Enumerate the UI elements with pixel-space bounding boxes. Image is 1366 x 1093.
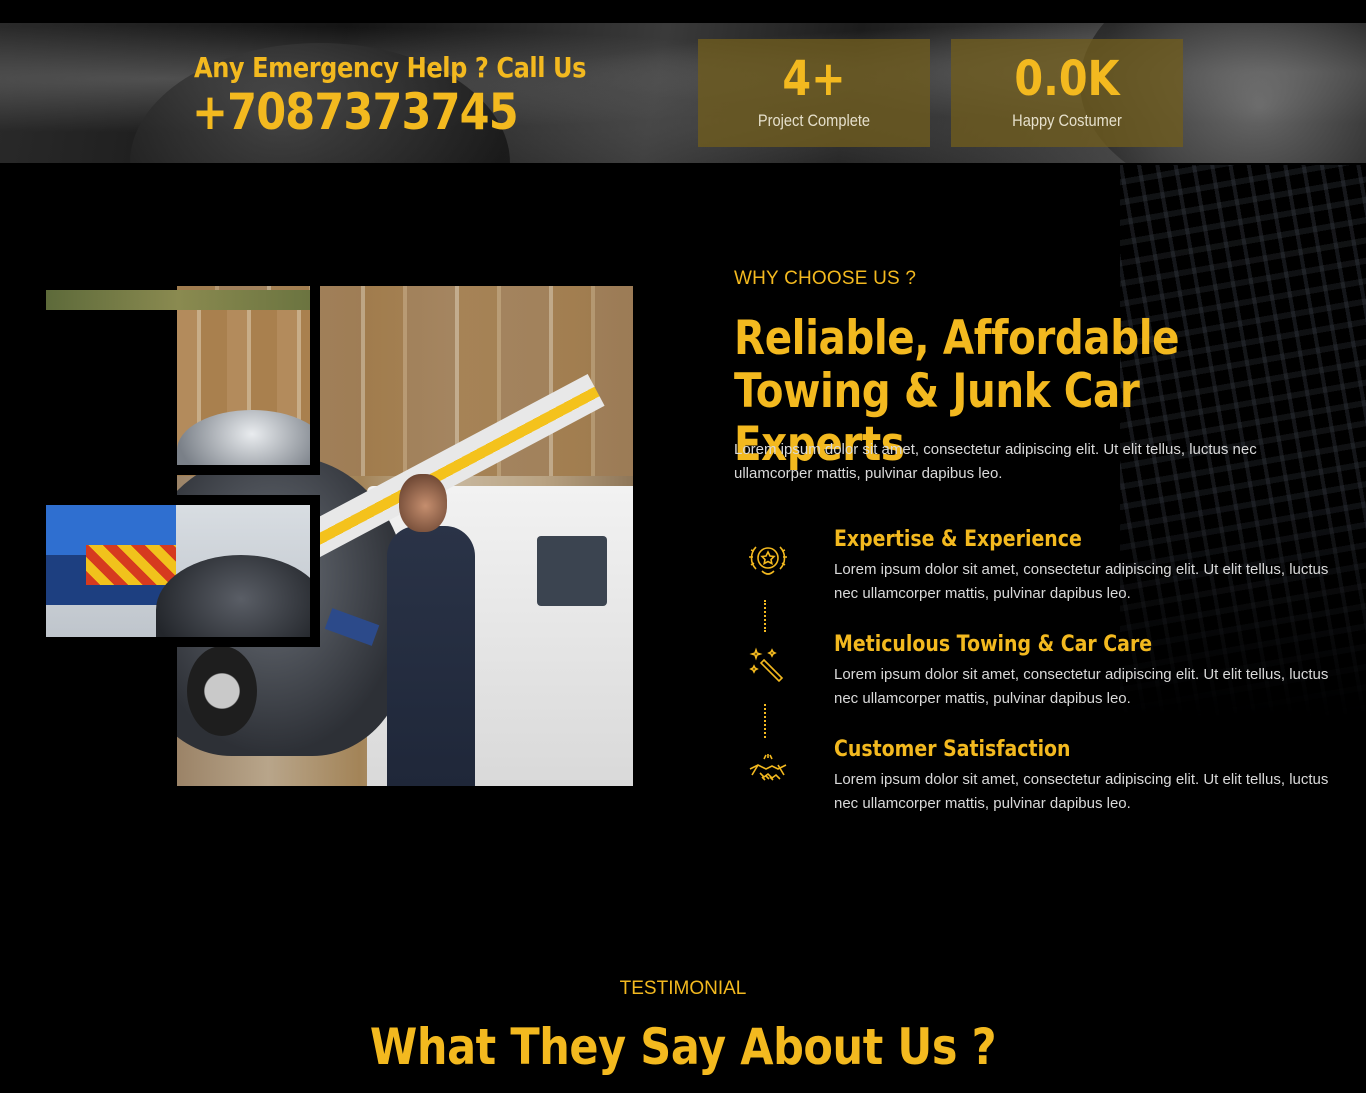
emergency-banner: Any Emergency Help ? Call Us +7087373745… [0, 23, 1366, 163]
testimonial-title: What They Say About Us ? [369, 1018, 997, 1076]
man-head [399, 474, 447, 532]
feature-title: Customer Satisfaction [834, 737, 1071, 762]
stat-box-customers: 0.0K Happy Costumer [951, 39, 1183, 147]
connector-dots [764, 704, 766, 738]
section-description: Lorem ipsum dolor sit amet, consectetur … [734, 441, 1257, 482]
feature-description: Lorem ipsum dolor sit amet, consectetur … [834, 561, 1329, 602]
collage-divider [177, 637, 320, 647]
collage-divider [310, 495, 320, 647]
stat-value: 0.0K [1014, 51, 1120, 107]
award-badge-icon [749, 546, 787, 575]
collage-divider [310, 286, 320, 474]
magic-wand-icon [749, 647, 784, 683]
stat-value: 4+ [782, 51, 846, 107]
man-in-suit [387, 526, 475, 786]
collage-divider [177, 495, 320, 505]
truck-window [537, 536, 607, 606]
handshake-icon [749, 754, 787, 781]
connector-dots [764, 600, 766, 632]
emergency-title: Any Emergency Help ? Call Us [194, 51, 587, 84]
stat-box-projects: 4+ Project Complete [698, 39, 930, 147]
feature-title: Meticulous Towing & Car Care [834, 632, 1153, 657]
greenery [46, 290, 310, 310]
car-wheel [187, 646, 257, 736]
stat-label: Happy Costumer [1012, 111, 1122, 130]
feature-title: Expertise & Experience [834, 527, 1082, 552]
collage-photo-bottom [46, 505, 310, 637]
feature-description: Lorem ipsum dolor sit amet, consectetur … [834, 666, 1329, 707]
warning-stripes [86, 545, 176, 585]
feature-description: Lorem ipsum dolor sit amet, consectetur … [834, 771, 1329, 812]
emergency-phone-link[interactable]: +7087373745 [192, 83, 519, 141]
testimonial-label: TESTIMONIAL [619, 978, 747, 999]
stat-label: Project Complete [757, 111, 871, 130]
section-label: WHY CHOOSE US ? [734, 268, 917, 289]
collage-divider [177, 465, 320, 475]
collage-photo-top [46, 290, 310, 465]
towed-car [156, 555, 310, 637]
